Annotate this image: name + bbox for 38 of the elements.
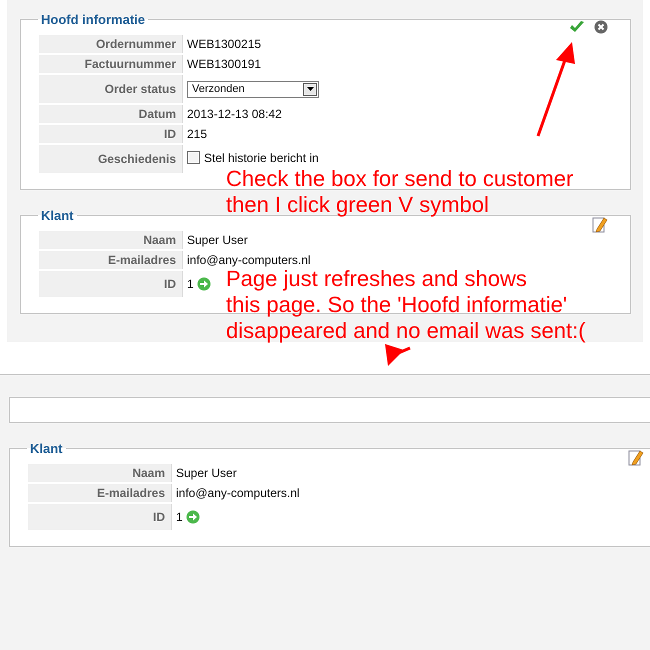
field-value: 2013-12-13 08:42 <box>186 106 283 123</box>
field-label: Geschiedenis <box>39 145 183 173</box>
checkbox-label[interactable]: Stel historie bericht in <box>204 150 319 165</box>
field-label: E-mailadres <box>28 484 172 502</box>
field-label: ID <box>39 271 183 297</box>
field-value: WEB1300215 <box>186 36 262 53</box>
section-title: Klant <box>29 441 64 456</box>
field-label: Ordernummer <box>39 35 183 53</box>
field-label: Naam <box>28 464 172 482</box>
edit-icon[interactable] <box>628 449 644 466</box>
field-label: Datum <box>39 105 183 123</box>
field-label: Order status <box>39 75 183 103</box>
field-value: 1 <box>187 276 194 291</box>
field-value: info@any-computers.nl <box>186 252 312 269</box>
status-dropdown[interactable]: Verzonden <box>187 80 319 98</box>
field-label: Naam <box>39 231 183 249</box>
field-value: Super User <box>186 232 249 249</box>
field-label: E-mailadres <box>39 251 183 269</box>
check-icon[interactable] <box>569 20 585 34</box>
field-value: 1 <box>176 510 183 524</box>
section-title: Klant <box>40 208 74 223</box>
arrow-right-icon[interactable] <box>196 277 211 292</box>
field-value: Super User <box>175 465 238 482</box>
field-value: WEB1300191 <box>186 56 262 73</box>
arrow-right-icon[interactable] <box>186 510 200 524</box>
checkbox[interactable] <box>187 151 200 164</box>
annotation-text: Page just refreshes and shows this page. So the 'Hoofd informatie' disappeared and no email was sent:( <box>226 266 586 344</box>
caret-icon <box>306 87 314 91</box>
edit-icon[interactable] <box>592 216 608 233</box>
field-value: info@any-computers.nl <box>175 485 301 502</box>
field-value: 215 <box>186 126 208 143</box>
section-title: Hoofd informatie <box>40 12 146 27</box>
field-label: ID <box>28 504 172 530</box>
field-label: ID <box>39 125 183 143</box>
annotation-text: Check the box for send to customer then I click green V symbol <box>226 166 574 218</box>
annotation-arrow <box>385 344 411 366</box>
close-icon[interactable] <box>594 20 608 34</box>
field-label: Factuurnummer <box>39 55 183 73</box>
